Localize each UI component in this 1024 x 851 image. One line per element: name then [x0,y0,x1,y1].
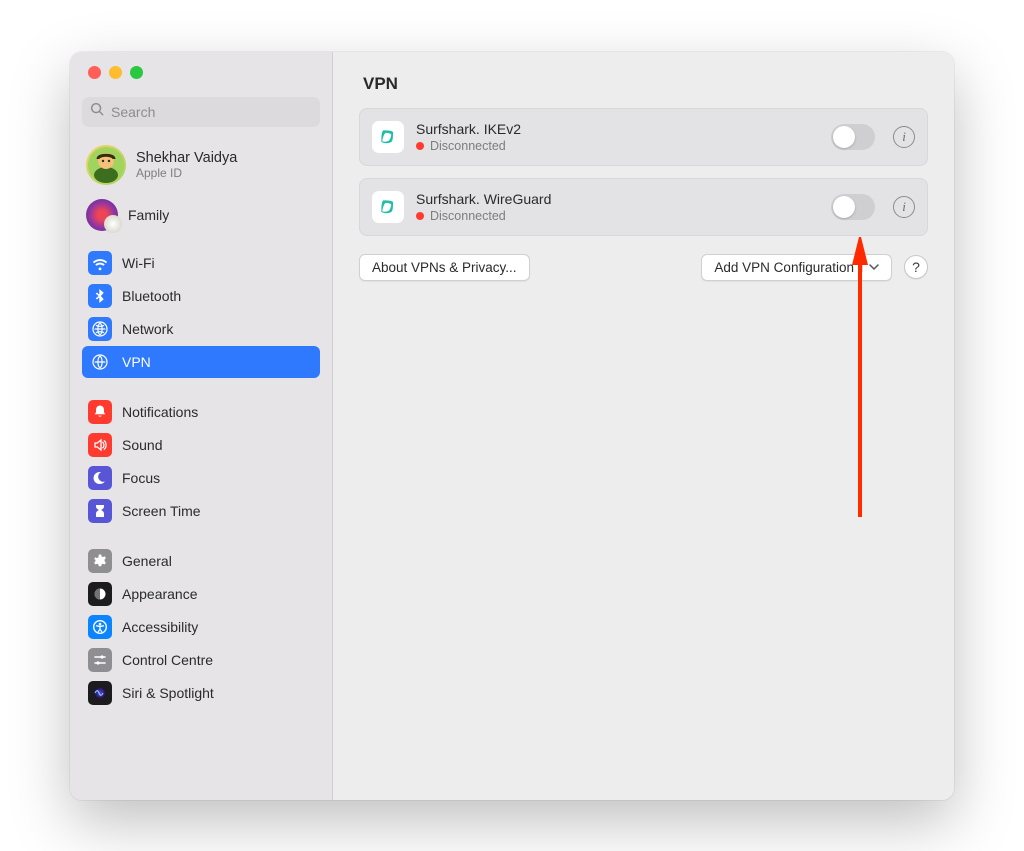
vpn-status: Disconnected [416,209,819,223]
accessibility-icon [88,615,112,639]
sidebar-item-label: Accessibility [122,619,198,635]
controls-icon [88,648,112,672]
sidebar-item-label: Sound [122,437,162,453]
vpn-name: Surfshark. WireGuard [416,191,819,207]
hourglass-icon [88,499,112,523]
nav-groups: Wi-Fi Bluetooth Network VPN Notifications Sou… [82,247,320,727]
vpn-status-label: Disconnected [430,209,506,223]
account-subtext: Apple ID [136,166,237,180]
window-controls [82,66,320,79]
sidebar-item-wi-fi[interactable]: Wi-Fi [82,247,320,279]
help-label: ? [912,259,920,275]
appearance-icon [88,582,112,606]
main-pane: VPN Surfshark. IKEv2DisconnectediSurfsha… [333,52,954,800]
sidebar-item-notifications[interactable]: Notifications [82,396,320,428]
account-name: Shekhar Vaidya [136,150,237,166]
sidebar-item-bluetooth[interactable]: Bluetooth [82,280,320,312]
moon-icon [88,466,112,490]
chevron-down-icon [862,262,879,272]
family-label: Family [128,207,169,223]
sidebar-item-focus[interactable]: Focus [82,462,320,494]
sidebar-item-vpn[interactable]: VPN [82,346,320,378]
family-row[interactable]: Family [82,193,320,237]
sidebar-item-sound[interactable]: Sound [82,429,320,461]
sidebar-item-label: Wi-Fi [122,255,155,271]
gear-icon [88,549,112,573]
bluetooth-icon [88,284,112,308]
apple-id-row[interactable]: Shekhar Vaidya Apple ID [82,141,320,189]
sidebar-item-screen-time[interactable]: Screen Time [82,495,320,527]
sidebar-item-network[interactable]: Network [82,313,320,345]
search-field[interactable] [82,97,320,127]
sidebar: Shekhar Vaidya Apple ID Family Wi-Fi Blue… [70,52,333,800]
vpn-icon [88,350,112,374]
surfshark-app-icon [372,191,404,223]
sidebar-item-label: Bluetooth [122,288,181,304]
vpn-list: Surfshark. IKEv2DisconnectediSurfshark. … [359,108,928,236]
vpn-toggle[interactable] [831,124,875,150]
avatar [86,145,126,185]
status-dot-icon [416,142,424,150]
sidebar-item-label: Focus [122,470,160,486]
info-button[interactable]: i [893,126,915,148]
close-window-button[interactable] [88,66,101,79]
sidebar-item-control-centre[interactable]: Control Centre [82,644,320,676]
siri-icon [88,681,112,705]
zoom-window-button[interactable] [130,66,143,79]
sidebar-item-label: Screen Time [122,503,201,519]
status-dot-icon [416,212,424,220]
vpn-text: Surfshark. IKEv2 Disconnected [416,121,819,153]
sidebar-item-label: Appearance [122,586,198,602]
about-vpns-label: About VPNs & Privacy... [372,260,517,275]
vpn-toggle[interactable] [831,194,875,220]
add-vpn-label: Add VPN Configuration [714,260,854,275]
sidebar-item-label: General [122,553,172,569]
vpn-row: Surfshark. IKEv2 Disconnected i [359,108,928,166]
sidebar-item-label: Network [122,321,173,337]
sidebar-section: General Appearance Accessibility Control Ce… [82,545,320,709]
main-content: Surfshark. IKEv2DisconnectediSurfshark. … [333,104,954,285]
sidebar-item-accessibility[interactable]: Accessibility [82,611,320,643]
sidebar-item-label: Notifications [122,404,198,420]
sidebar-item-label: VPN [122,354,151,370]
page-title: VPN [363,74,924,94]
search-icon [90,102,105,122]
sidebar-item-siri-spotlight[interactable]: Siri & Spotlight [82,677,320,709]
system-settings-window: Shekhar Vaidya Apple ID Family Wi-Fi Blue… [70,52,954,800]
vpn-status-label: Disconnected [430,139,506,153]
vpn-text: Surfshark. WireGuard Disconnected [416,191,819,223]
bell-icon [88,400,112,424]
network-icon [88,317,112,341]
sidebar-section: Wi-Fi Bluetooth Network VPN [82,247,320,378]
add-vpn-button[interactable]: Add VPN Configuration [701,254,892,281]
info-button[interactable]: i [893,196,915,218]
sidebar-item-appearance[interactable]: Appearance [82,578,320,610]
sidebar-section: Notifications Sound Focus Screen Time [82,396,320,527]
vpn-row: Surfshark. WireGuard Disconnected i [359,178,928,236]
sidebar-item-label: Control Centre [122,652,213,668]
vpn-name: Surfshark. IKEv2 [416,121,819,137]
vpn-status: Disconnected [416,139,819,153]
surfshark-app-icon [372,121,404,153]
help-button[interactable]: ? [904,255,928,279]
sidebar-item-label: Siri & Spotlight [122,685,214,701]
family-avatar-icon [86,199,118,231]
minimize-window-button[interactable] [109,66,122,79]
search-input[interactable] [111,104,312,120]
about-vpns-button[interactable]: About VPNs & Privacy... [359,254,530,281]
sound-icon [88,433,112,457]
wifi-icon [88,251,112,275]
main-header: VPN [333,52,954,104]
account-text: Shekhar Vaidya Apple ID [136,150,237,180]
actions-row: About VPNs & Privacy... Add VPN Configur… [359,254,928,281]
sidebar-item-general[interactable]: General [82,545,320,577]
